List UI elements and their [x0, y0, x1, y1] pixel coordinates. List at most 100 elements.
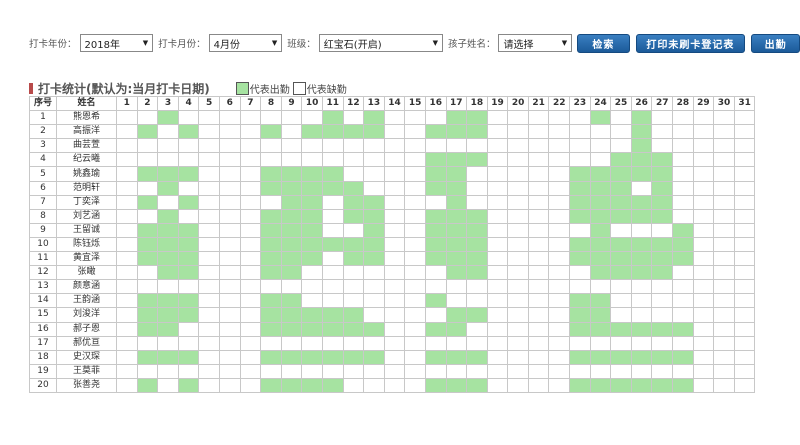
day-cell: [610, 363, 632, 379]
day-cell: [260, 180, 282, 196]
search-button[interactable]: 检索: [577, 33, 630, 53]
day-cell: [301, 194, 323, 210]
day-cell: [589, 208, 612, 224]
day-cell: [733, 279, 756, 295]
day-cell: [713, 138, 735, 154]
day-cell: [157, 110, 179, 126]
day-cell: [486, 166, 509, 182]
dropdown-arrow-icon: ▼: [561, 39, 568, 47]
child-select[interactable]: 请选择 ▼: [498, 34, 573, 52]
day-cell: [363, 236, 385, 253]
child-label: 孩子姓名：: [447, 39, 496, 50]
day-cell: [589, 293, 612, 309]
day-cell: [260, 293, 282, 309]
day-cell: [486, 335, 509, 351]
day-cell: [486, 251, 509, 267]
table-row: 9 王留诚: [29, 222, 756, 238]
day-cell: [651, 138, 674, 154]
day-cell: [466, 208, 488, 224]
day-cell: [198, 293, 220, 309]
day-cell: [342, 236, 365, 253]
table-row: 13 颜意涵: [29, 279, 756, 295]
day-cell: [630, 138, 653, 154]
day-cell: [239, 222, 262, 238]
table-header-row: 序号 姓名 1 2 3 4 5 6 7 8 9 10 11 12 13 14 15 16 17 18 19 20 21 2…: [29, 95, 756, 112]
day-cell: [260, 363, 282, 379]
day-cell: [507, 236, 529, 253]
row-index: 3: [29, 138, 57, 154]
day-cell: [239, 265, 262, 281]
day-cell: [651, 363, 674, 379]
month-select[interactable]: 4月份 ▼: [208, 34, 283, 52]
day-cell: [260, 110, 282, 126]
day-cell: [713, 349, 735, 365]
day-cell: [651, 110, 674, 126]
day-cell: [383, 124, 406, 140]
day-cell: [569, 152, 591, 168]
day-cell: [280, 124, 303, 140]
legend-present-label: 代表出勤: [249, 84, 290, 96]
day-cell: [466, 335, 488, 351]
day-cell: [630, 349, 653, 365]
print-button[interactable]: 打印未刷卡登记表: [635, 33, 746, 53]
day-cell: [157, 222, 179, 238]
header-day: 9: [280, 95, 303, 112]
day-cell: [177, 377, 200, 393]
day-cell: [610, 152, 632, 168]
dropdown-arrow-icon: ▼: [271, 39, 278, 47]
day-cell: [610, 335, 632, 351]
day-cell: [589, 110, 612, 126]
day-cell: [177, 194, 200, 210]
header-day: 14: [383, 95, 406, 112]
day-cell: [404, 180, 426, 196]
day-cell: [651, 307, 674, 323]
day-cell: [218, 349, 241, 365]
day-cell: [342, 349, 365, 365]
day-cell: [383, 293, 406, 309]
day-cell: [466, 236, 488, 253]
day-cell: [569, 265, 591, 281]
day-cell: [198, 307, 220, 323]
day-cell: [301, 110, 323, 126]
class-select[interactable]: 红宝石(开启) ▼: [318, 34, 443, 52]
day-cell: [445, 138, 468, 154]
day-cell: [672, 265, 694, 281]
day-cell: [218, 236, 241, 253]
day-cell: [651, 166, 674, 182]
day-cell: [630, 208, 653, 224]
day-cell: [548, 166, 571, 182]
day-cell: [363, 138, 385, 154]
day-cell: [630, 152, 653, 168]
day-cell: [569, 208, 591, 224]
day-cell: [692, 110, 715, 126]
day-cell: [589, 194, 612, 210]
day-cell: [218, 377, 241, 393]
day-cell: [672, 208, 694, 224]
legend-absent-label: 代表缺勤: [306, 84, 347, 96]
header-day: 27: [651, 95, 674, 112]
day-cell: [527, 124, 550, 140]
day-cell: [136, 265, 159, 281]
day-cell: [733, 363, 756, 379]
export-button[interactable]: 出勤: [751, 33, 800, 53]
day-cell: [507, 222, 529, 238]
row-name: 史汉琛: [56, 349, 117, 365]
header-day: 25: [610, 95, 632, 112]
day-cell: [157, 279, 179, 295]
day-cell: [548, 124, 571, 140]
year-select[interactable]: 2018年 ▼: [79, 34, 154, 52]
day-cell: [548, 110, 571, 126]
day-cell: [198, 152, 220, 168]
day-cell: [177, 222, 200, 238]
day-cell: [321, 321, 344, 337]
day-cell: [218, 138, 241, 154]
day-cell: [548, 251, 571, 267]
table-row: 4 纪云曦: [29, 152, 756, 168]
day-cell: [198, 265, 220, 281]
day-cell: [260, 222, 282, 238]
day-cell: [116, 110, 138, 126]
day-cell: [404, 166, 426, 182]
day-cell: [136, 138, 159, 154]
day-cell: [445, 279, 468, 295]
day-cell: [692, 194, 715, 210]
